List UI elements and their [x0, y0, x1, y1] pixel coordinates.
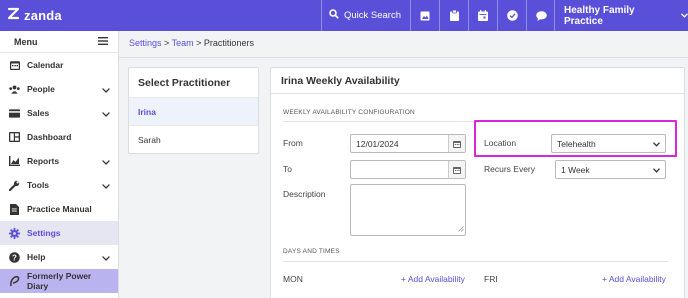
card-icon: [9, 108, 20, 119]
chart-icon: [9, 156, 20, 167]
check-circle-icon[interactable]: [498, 0, 526, 31]
quick-search-label: Quick Search: [343, 10, 402, 21]
wrench-icon: [9, 180, 20, 191]
sidebar-item-people[interactable]: People: [0, 77, 118, 101]
divider: [283, 261, 668, 262]
breadcrumb: Settings > Team > Practitioners: [129, 38, 254, 48]
hamburger-icon[interactable]: [98, 36, 108, 47]
divider: [271, 93, 684, 94]
chevron-down-icon: [102, 109, 110, 119]
zanda-logo[interactable]: zanda: [6, 6, 62, 25]
brand-name: zanda: [24, 8, 62, 23]
select-practitioner-title: Select Practitioner: [138, 77, 231, 89]
people-icon: [9, 84, 20, 95]
from-date-field[interactable]: 12/01/2024: [350, 134, 466, 153]
calendar-icon[interactable]: [469, 0, 497, 31]
calendar-icon[interactable]: [448, 135, 465, 152]
add-availability-fri-link[interactable]: + Add Availability: [602, 274, 666, 284]
sidebar-item-label: Help: [27, 252, 46, 262]
sidebar: Menu Calendar People Sales Dashboard Rep…: [0, 31, 119, 298]
chat-icon[interactable]: [527, 0, 555, 31]
resize-handle-icon[interactable]: [458, 224, 464, 234]
clipboard-icon[interactable]: [440, 0, 468, 31]
sidebar-item-settings[interactable]: Settings: [0, 221, 118, 245]
breadcrumb-current: Practitioners: [203, 38, 254, 48]
help-icon: ?: [9, 251, 20, 263]
availability-title: Irina Weekly Availability: [281, 75, 400, 87]
calendar-icon[interactable]: [448, 161, 465, 178]
practitioner-item-irina[interactable]: Irina: [129, 97, 258, 125]
sidebar-item-tools[interactable]: Tools: [0, 173, 118, 197]
sidebar-item-label: Calendar: [27, 60, 64, 70]
sidebar-item-dashboard[interactable]: Dashboard: [0, 125, 118, 149]
breadcrumb-separator: >: [161, 38, 172, 48]
description-label: Description: [283, 189, 326, 199]
chevron-down-icon: [102, 253, 110, 263]
top-bar: zanda Quick Search Healthy Family Practi…: [0, 0, 688, 31]
gear-icon: [9, 227, 20, 239]
sidebar-item-calendar[interactable]: Calendar: [0, 53, 118, 77]
to-date-field[interactable]: [350, 160, 466, 179]
sidebar-item-practice-manual[interactable]: Practice Manual: [0, 197, 118, 221]
from-date-value: 12/01/2024: [356, 138, 399, 149]
to-label: To: [283, 164, 292, 174]
sidebar-item-label: Practice Manual: [27, 204, 92, 214]
sidebar-item-reports[interactable]: Reports: [0, 149, 118, 173]
chevron-down-icon: [102, 157, 110, 167]
availability-panel: Irina Weekly Availability: [270, 67, 685, 298]
description-textarea[interactable]: [350, 184, 466, 236]
document-icon: [9, 203, 20, 215]
day-label-fri: FRI: [484, 274, 498, 284]
calendar-icon: [9, 60, 20, 71]
practice-name: Healthy Family Practice: [564, 4, 635, 27]
sidebar-item-sales[interactable]: Sales: [0, 101, 118, 125]
zanda-logo-icon: [6, 6, 21, 25]
image-icon[interactable]: [411, 0, 439, 31]
menu-label: Menu: [14, 36, 38, 47]
sidebar-item-label: Reports: [27, 156, 60, 166]
config-section-heading: WEEKLY AVAILABILITY CONFIGURATION: [283, 109, 415, 116]
sidebar-item-label: Formerly Power Diary: [27, 271, 92, 291]
select-practitioner-panel: Select Practitioner Irina Sarah: [128, 67, 259, 154]
recurs-every-select[interactable]: 1 Week: [555, 160, 666, 179]
practitioner-item-sarah[interactable]: Sarah: [129, 125, 258, 153]
dashboard-icon: [9, 132, 20, 143]
location-highlight-box: [474, 120, 677, 157]
day-label-mon: MON: [283, 274, 303, 284]
divider: [119, 57, 688, 58]
menu-header: Menu: [0, 31, 118, 53]
power-diary-icon: [9, 275, 20, 287]
chevron-down-icon: [102, 181, 110, 191]
breadcrumb-separator: >: [193, 38, 204, 48]
chevron-down-icon: [102, 85, 110, 95]
breadcrumb-team-link[interactable]: Team: [172, 38, 194, 48]
add-availability-mon-link[interactable]: + Add Availability: [401, 274, 465, 284]
chevron-down-icon: [653, 165, 660, 175]
sidebar-item-label: Settings: [27, 228, 61, 238]
sidebar-item-formerly-power-diary[interactable]: Formerly Power Diary: [0, 269, 118, 293]
from-label: From: [283, 138, 303, 148]
sidebar-item-label: People: [27, 84, 55, 94]
sidebar-item-label: Sales: [27, 108, 50, 118]
breadcrumb-settings-link[interactable]: Settings: [129, 38, 162, 48]
recurs-every-label: Recurs Every: [484, 164, 536, 174]
chevron-down-icon: [681, 10, 688, 21]
sidebar-item-label: Tools: [27, 180, 50, 190]
quick-search-button[interactable]: Quick Search: [321, 0, 409, 31]
sidebar-item-help[interactable]: ? Help: [0, 245, 118, 269]
sidebar-item-label: Dashboard: [27, 132, 72, 142]
recurs-every-value: 1 Week: [561, 164, 590, 175]
practice-switcher[interactable]: Healthy Family Practice: [554, 0, 688, 31]
search-icon: [329, 9, 339, 22]
svg-text:?: ?: [12, 253, 17, 262]
days-section-heading: DAYS AND TIMES: [283, 248, 340, 255]
